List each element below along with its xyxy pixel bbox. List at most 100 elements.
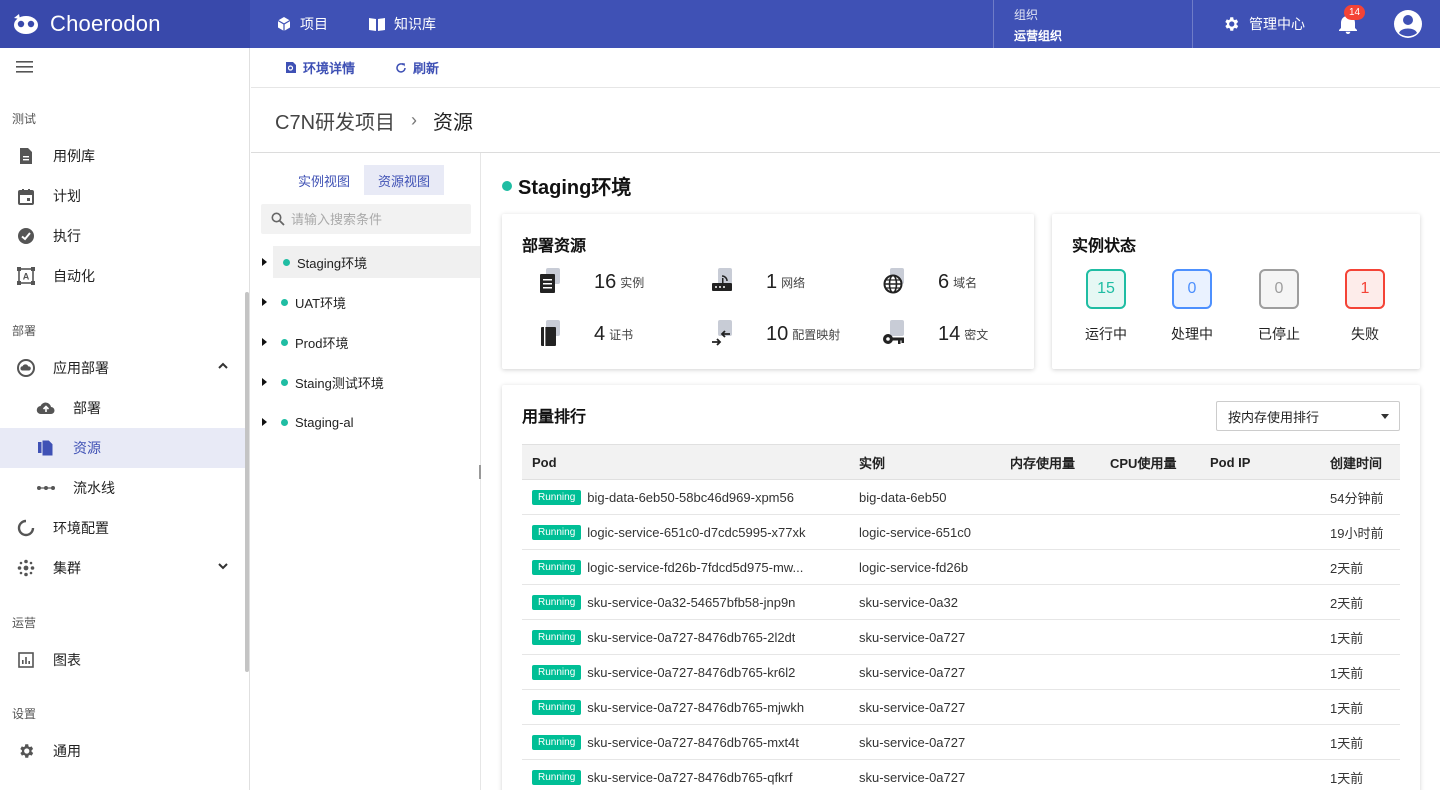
resource-count: 14: [938, 322, 961, 345]
column-header-created[interactable]: 创建时间: [1320, 444, 1400, 480]
status-running[interactable]: 15 运行中: [1071, 269, 1141, 344]
sidebar-item-exec[interactable]: 执行: [0, 216, 245, 256]
pod-name[interactable]: sku-service-0a727-8476db765-2l2dt: [587, 630, 795, 645]
sidebar-item-deploy[interactable]: 部署: [0, 388, 245, 428]
cpu-cell: [1100, 654, 1200, 690]
management-center-button[interactable]: 管理中心: [1222, 0, 1305, 48]
tree-node-staging-al[interactable]: Staging-al: [251, 406, 480, 438]
sidebar-item-label: 应用部署: [53, 360, 109, 376]
status-failed[interactable]: 1 失败: [1330, 269, 1400, 344]
nav-knowledge[interactable]: 知识库: [368, 14, 436, 34]
status-dot: [502, 180, 512, 191]
pod-name[interactable]: sku-service-0a727-8476db765-kr6l2: [587, 665, 795, 680]
sidebar-item-cluster[interactable]: 集群: [0, 548, 245, 588]
tree-node-staing-test[interactable]: Staing测试环境: [251, 366, 480, 398]
pod-ip-cell: [1200, 654, 1320, 690]
certificate-icon: [536, 320, 564, 348]
table-row[interactable]: Running logic-service-fd26b-7fdcd5d975-mw…: [522, 549, 1400, 585]
sidebar-item-envconfig[interactable]: 环境配置: [0, 508, 245, 548]
env-tree-panel: 实例视图 资源视图 Staging环境 UAT环境 Prod环境 Staing测…: [251, 153, 481, 790]
sidebar-item-caselib[interactable]: 用例库: [0, 136, 245, 176]
sidebar-item-general[interactable]: 通用: [0, 731, 245, 771]
caret-right-icon: [262, 298, 267, 306]
sidebar-item-label: 部署: [73, 400, 101, 416]
table-row[interactable]: Running logic-service-651c0-d7cdc5995-x77…: [522, 514, 1400, 550]
tree-node-prod[interactable]: Prod环境: [251, 326, 480, 358]
pod-name[interactable]: sku-service-0a727-8476db765-mxt4t: [587, 735, 799, 750]
column-header-pod-ip[interactable]: Pod IP: [1200, 444, 1320, 480]
table-row[interactable]: Running sku-service-0a727-8476db765-mxt4t…: [522, 724, 1400, 760]
resource-instances[interactable]: 16 实例: [536, 267, 686, 297]
avatar-icon[interactable]: [1393, 9, 1423, 39]
cpu-cell: [1100, 479, 1200, 515]
pod-name[interactable]: logic-service-fd26b-7fdcd5d975-mw...: [587, 560, 803, 575]
table-row[interactable]: Running sku-service-0a727-8476db765-kr6l2…: [522, 654, 1400, 690]
resource-domain[interactable]: 6 域名: [880, 267, 1030, 297]
pod-table: Pod 实例 内存使用量 CPU使用量 Pod IP 创建时间 Running b…: [522, 444, 1400, 790]
sidebar-item-label: 流水线: [73, 480, 115, 496]
pod-name[interactable]: big-data-6eb50-58bc46d969-xpm56: [587, 490, 794, 505]
globe-icon: [880, 268, 908, 296]
env-detail-button[interactable]: 环境详情: [285, 58, 355, 77]
resource-secret[interactable]: 14 密文: [880, 319, 1030, 349]
resource-network[interactable]: 1 网络: [708, 267, 858, 297]
status-count-box: 15: [1086, 269, 1126, 309]
instance-cell: logic-service-651c0: [849, 514, 1000, 550]
column-header-instance[interactable]: 实例: [849, 444, 1000, 480]
status-stopped[interactable]: 0 已停止: [1244, 269, 1314, 344]
pod-name[interactable]: sku-service-0a727-8476db765-qfkrf: [587, 770, 792, 785]
table-row[interactable]: Running sku-service-0a727-8476db765-2l2dt…: [522, 619, 1400, 655]
breadcrumb-project[interactable]: C7N研发项目: [275, 106, 395, 135]
sidebar-item-pipeline[interactable]: 流水线: [0, 468, 245, 508]
sidebar-item-plan[interactable]: 计划: [0, 176, 245, 216]
cpu-cell: [1100, 689, 1200, 725]
panel-resize-handle[interactable]: [479, 465, 481, 479]
instance-cell: sku-service-0a32: [849, 584, 1000, 620]
status-processing[interactable]: 0 处理中: [1157, 269, 1227, 344]
table-row[interactable]: Running big-data-6eb50-58bc46d969-xpm56 bi…: [522, 479, 1400, 515]
deploy-resources-card: 部署资源 16 实例 1 网络 6 域名 4 证书 10 配置映射 14 密文: [502, 214, 1034, 369]
sort-select[interactable]: 按内存使用排行: [1216, 401, 1400, 431]
column-header-pod[interactable]: Pod: [522, 444, 849, 480]
sidebar-scrollbar[interactable]: [245, 292, 249, 672]
sidebar-item-charts[interactable]: 图表: [0, 640, 245, 680]
cpu-cell: [1100, 619, 1200, 655]
hamburger-menu-icon[interactable]: [16, 60, 34, 74]
resource-configmap[interactable]: 10 配置映射: [708, 319, 858, 349]
gear-icon: [16, 741, 36, 761]
pod-cell: Running sku-service-0a32-54657bfb58-jnp9n: [522, 584, 849, 620]
refresh-button[interactable]: 刷新: [395, 58, 439, 77]
tree-node-uat[interactable]: UAT环境: [251, 286, 480, 318]
table-row[interactable]: Running sku-service-0a32-54657bfb58-jnp9n…: [522, 584, 1400, 620]
pod-cell: Running logic-service-651c0-d7cdc5995-x77…: [522, 514, 849, 550]
instance-cell: sku-service-0a727: [849, 759, 1000, 790]
brand[interactable]: Choerodon: [0, 0, 250, 48]
env-config-icon: [16, 518, 36, 538]
table-row[interactable]: Running sku-service-0a727-8476db765-qfkrf…: [522, 759, 1400, 790]
sidebar-item-resource[interactable]: 资源: [0, 428, 245, 468]
sidebar-item-label: 执行: [53, 228, 81, 244]
created-cell: 2天前: [1320, 549, 1400, 585]
search-input[interactable]: [291, 211, 461, 227]
tree-node-staging[interactable]: Staging环境: [262, 246, 480, 278]
resource-label: 密文: [964, 327, 989, 342]
instance-cell: sku-service-0a727: [849, 724, 1000, 760]
sidebar-item-auto[interactable]: A 自动化: [0, 256, 245, 296]
sidebar-item-label: 图表: [53, 652, 81, 668]
sidebar-item-appdeploy[interactable]: 应用部署: [0, 348, 245, 388]
memory-cell: [1000, 759, 1100, 790]
org-switcher[interactable]: 组织 运营组织: [993, 0, 1193, 48]
tab-resource-view[interactable]: 资源视图: [364, 165, 445, 195]
table-row[interactable]: Running sku-service-0a727-8476db765-mjwkh…: [522, 689, 1400, 725]
pod-name[interactable]: sku-service-0a727-8476db765-mjwkh: [587, 700, 804, 715]
resource-label: 域名: [953, 275, 978, 290]
column-header-cpu[interactable]: CPU使用量: [1100, 444, 1200, 480]
pod-cell: Running sku-service-0a727-8476db765-qfkrf: [522, 759, 849, 790]
pod-name[interactable]: sku-service-0a32-54657bfb58-jnp9n: [587, 595, 795, 610]
tab-instance-view[interactable]: 实例视图: [284, 165, 364, 195]
resource-certificate[interactable]: 4 证书: [536, 319, 686, 349]
pod-name[interactable]: logic-service-651c0-d7cdc5995-x77xk: [587, 525, 805, 540]
column-header-memory[interactable]: 内存使用量: [1000, 444, 1100, 480]
chevron-down-icon: [218, 563, 228, 570]
nav-projects[interactable]: 项目: [276, 14, 328, 34]
